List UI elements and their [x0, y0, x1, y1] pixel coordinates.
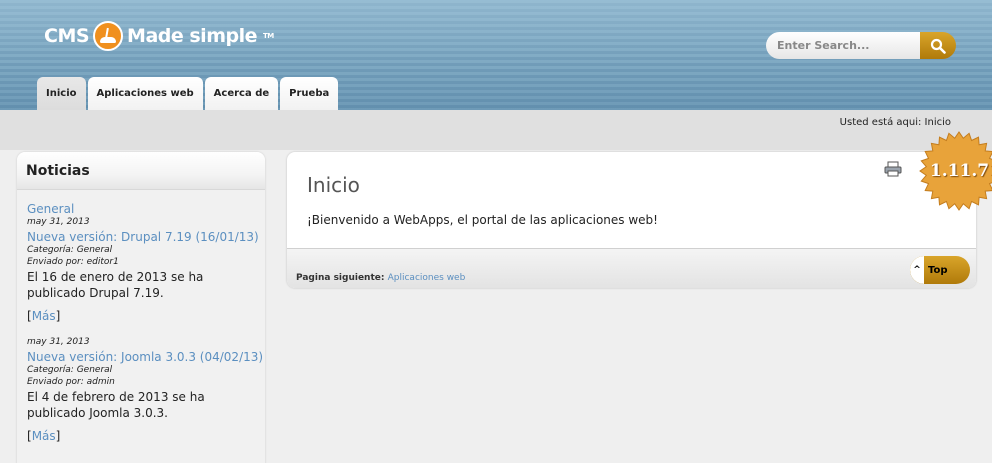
news-sidebar: Noticias General may 31, 2013 Nueva vers… [17, 152, 265, 463]
sidebar-title: Noticias [26, 163, 90, 179]
news-item: may 31, 2013 Nueva versión: Joomla 3.0.3… [27, 337, 265, 443]
news-date: may 31, 2013 [27, 217, 90, 227]
search-input[interactable] [766, 32, 926, 59]
search-button[interactable] [920, 32, 956, 59]
next-page-link[interactable]: Aplicaciones web [388, 273, 466, 283]
printer-icon[interactable] [884, 161, 902, 177]
more-link[interactable]: Más [32, 309, 56, 323]
version-badge: 1.11.7 [907, 130, 992, 212]
sidebar-header: Noticias [17, 152, 265, 190]
up-arrow-icon: ^ [910, 256, 924, 284]
version-label: 1.11.7 [929, 161, 990, 181]
top-button-label: Top [928, 264, 948, 276]
news-summary: El 16 de enero de 2013 se ha publicado D… [27, 270, 204, 300]
more-link[interactable]: Más [32, 429, 56, 443]
magnifier-icon [930, 38, 946, 54]
more-bracket-close: ] [55, 429, 61, 443]
content-footer: Pagina siguiente: Aplicaciones web ^ Top [287, 248, 976, 288]
welcome-text: ¡Bienvenido a WebApps, el portal de las … [307, 213, 658, 227]
news-category: Categoría: General [27, 245, 113, 255]
next-page: Pagina siguiente: Aplicaciones web [296, 273, 465, 283]
news-list: General may 31, 2013 Nueva versión: Drup… [17, 190, 265, 443]
logo-text-made-simple: Made simple [127, 25, 257, 47]
news-author: Enviado por: editor1 [27, 257, 119, 267]
search-box [766, 32, 956, 59]
island-icon [93, 21, 124, 51]
news-category: Categoría: General [27, 365, 113, 375]
header: CMS Made simple TM Inicio Aplicaciones w… [0, 0, 992, 110]
page-title: Inicio [307, 173, 360, 197]
news-category-link[interactable]: General [27, 202, 265, 216]
news-more: [Más] [27, 309, 265, 323]
more-bracket-close: ] [55, 309, 61, 323]
news-item: General may 31, 2013 Nueva versión: Drup… [27, 202, 265, 323]
logo[interactable]: CMS Made simple TM [44, 20, 274, 52]
news-date: may 31, 2013 [27, 337, 90, 347]
tab-aplicaciones-web[interactable]: Aplicaciones web [87, 77, 203, 110]
content-panel: Inicio ¡Bienvenido a WebApps, el portal … [287, 152, 976, 288]
main-nav: Inicio Aplicaciones web Acerca de Prueba [37, 77, 339, 110]
tab-prueba[interactable]: Prueba [280, 77, 339, 110]
top-button[interactable]: ^ Top [910, 256, 970, 284]
logo-text-cms: CMS [44, 25, 90, 47]
news-title-link[interactable]: Nueva versión: Drupal 7.19 (16/01/13) [27, 230, 265, 244]
next-page-label: Pagina siguiente: [296, 273, 385, 283]
trademark-mark: TM [263, 32, 274, 40]
tab-acerca-de[interactable]: Acerca de [204, 77, 279, 110]
breadcrumb: Usted está aqui: Inicio [839, 117, 951, 128]
breadcrumb-bar [0, 110, 992, 150]
news-title-link[interactable]: Nueva versión: Joomla 3.0.3 (04/02/13) [27, 350, 265, 364]
news-author: Enviado por: admin [27, 377, 115, 387]
tab-inicio[interactable]: Inicio [37, 77, 86, 110]
news-summary: El 4 de febrero de 2013 se ha publicado … [27, 390, 205, 420]
news-more: [Más] [27, 429, 265, 443]
